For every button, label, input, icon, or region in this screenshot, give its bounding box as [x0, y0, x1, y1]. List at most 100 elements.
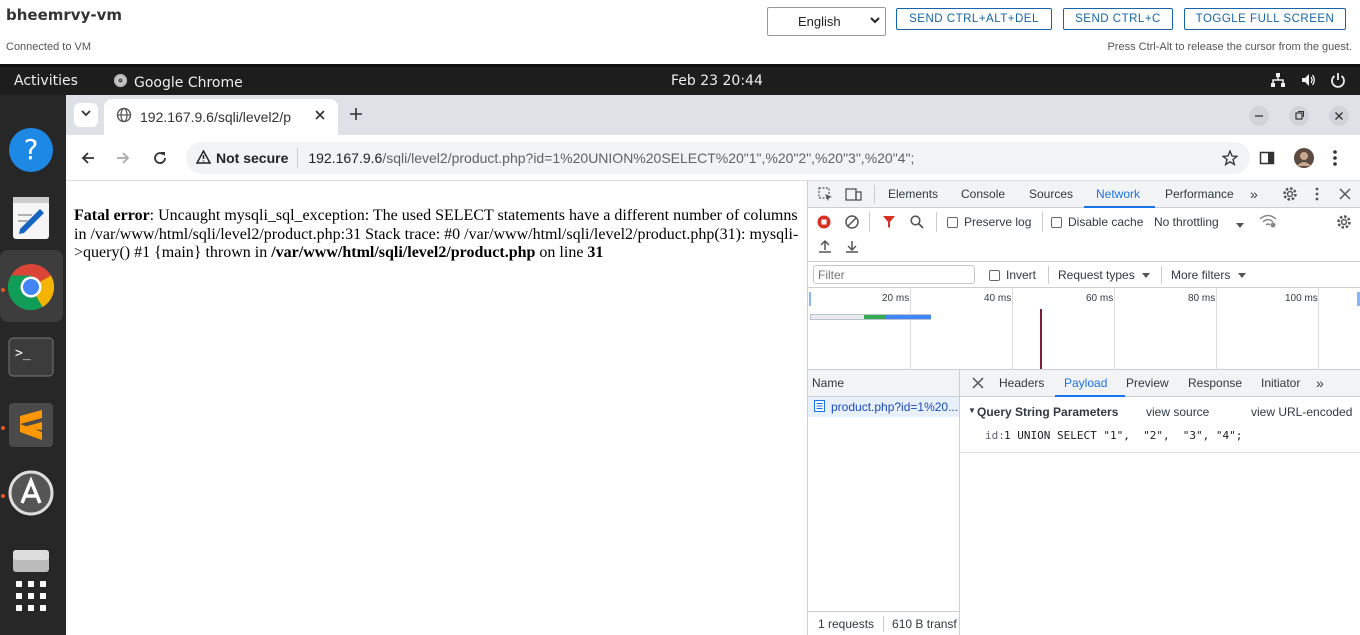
vm-hint: Press Ctrl-Alt to release the cursor fro…	[1107, 41, 1352, 53]
url-path: /sqli/level2/product.php?id=1%20UNION%20…	[382, 150, 915, 166]
language-value: English	[798, 14, 841, 29]
timeline-gridline	[1012, 288, 1013, 370]
help-app-icon[interactable]: ?	[6, 125, 56, 175]
timeline-gridline	[910, 288, 911, 370]
software-updater-app-icon[interactable]	[6, 468, 56, 518]
forward-arrow-icon[interactable]	[115, 150, 131, 171]
close-window-icon[interactable]	[1329, 106, 1349, 131]
reload-icon[interactable]	[152, 150, 168, 171]
request-count: 1 requests	[818, 616, 875, 631]
more-tabs-chevron-icon[interactable]: »	[1250, 186, 1258, 202]
address-bar[interactable]: Not secure 192.167.9.6 /sqli/level2/prod…	[186, 142, 1250, 174]
disable-cache-checkbox[interactable]	[1051, 217, 1062, 228]
triangle-down-icon[interactable]: ▼	[968, 406, 976, 415]
clock[interactable]: Feb 23 20:44	[671, 73, 763, 89]
detail-tab-response[interactable]: Response	[1188, 376, 1242, 390]
detail-tab-initiator[interactable]: Initiator	[1261, 376, 1300, 390]
sublime-text-app-icon[interactable]	[6, 400, 56, 450]
toggle-full-screen-button[interactable]: TOGGLE FULL SCREEN	[1184, 8, 1346, 30]
timeline-gridline	[1114, 288, 1115, 370]
name-column-header[interactable]: Name	[808, 370, 959, 397]
text-editor-app-icon[interactable]	[6, 193, 56, 243]
restore-icon[interactable]	[1289, 106, 1309, 131]
timeline-gridline	[1216, 288, 1217, 370]
svg-text:?: ?	[24, 133, 39, 166]
system-tray[interactable]	[1270, 72, 1346, 92]
request-list: Name product.php?id=1%20... 1 requests 6…	[808, 370, 960, 635]
tab-title: 192.167.9.6/sqli/level2/p	[140, 109, 291, 125]
activities-button[interactable]: Activities	[14, 73, 78, 89]
record-stop-icon[interactable]	[817, 215, 831, 232]
security-label[interactable]: Not secure	[216, 150, 288, 166]
request-types-dropdown[interactable]: Request types	[1058, 268, 1151, 282]
device-toolbar-icon[interactable]	[845, 187, 862, 205]
dropdown-arrow-icon	[1142, 268, 1151, 282]
divider	[874, 185, 875, 203]
url-host: 192.167.9.6	[308, 150, 383, 166]
side-panel-icon[interactable]	[1259, 150, 1275, 171]
power-icon[interactable]	[1330, 72, 1346, 92]
minimize-icon[interactable]	[1249, 106, 1269, 131]
detail-tab-preview[interactable]: Preview	[1126, 376, 1169, 390]
bookmark-star-icon[interactable]	[1221, 149, 1239, 169]
import-har-upload-icon[interactable]	[818, 239, 832, 257]
filter-funnel-icon[interactable]	[882, 215, 896, 232]
profile-avatar[interactable]	[1293, 147, 1315, 174]
tab-search-button[interactable]	[74, 103, 98, 127]
gear-icon[interactable]	[1282, 186, 1298, 205]
preserve-log-checkbox[interactable]	[947, 217, 958, 228]
send-ctrl-alt-del-button[interactable]: SEND CTRL+ALT+DEL	[896, 8, 1052, 30]
invert-label: Invert	[1006, 268, 1037, 282]
export-har-download-icon[interactable]	[845, 239, 859, 257]
detail-tab-headers[interactable]: Headers	[999, 376, 1044, 390]
devtools-tab-elements[interactable]: Elements	[888, 187, 938, 201]
timeline-waiting-bar	[864, 315, 886, 319]
browser-tab[interactable]: 192.167.9.6/sqli/level2/p	[104, 99, 338, 135]
overview-handle-left[interactable]	[809, 292, 811, 306]
new-tab-plus-icon[interactable]	[348, 106, 364, 127]
kebab-menu-icon[interactable]	[1315, 187, 1319, 204]
more-detail-tabs-chevron-icon[interactable]: »	[1316, 375, 1324, 391]
app-menu[interactable]: Google Chrome	[113, 73, 243, 92]
vm-title: bheemrvy-vm	[6, 6, 122, 24]
close-tab-icon[interactable]	[314, 108, 326, 126]
devtools-tab-performance[interactable]: Performance	[1165, 187, 1234, 201]
chrome-menu-icon[interactable]	[1332, 149, 1338, 172]
divider	[1042, 212, 1043, 232]
network-settings-gear-icon[interactable]	[1336, 214, 1352, 233]
error-file: /var/www/html/sqli/level2/product.php	[271, 244, 536, 261]
view-source-link[interactable]: view source	[1146, 405, 1209, 419]
filter-input[interactable]	[813, 265, 975, 284]
request-row[interactable]: product.php?id=1%20...	[808, 397, 959, 417]
divider	[1048, 266, 1049, 284]
close-details-icon[interactable]	[972, 377, 984, 392]
warning-triangle-icon[interactable]	[195, 148, 212, 167]
close-devtools-icon[interactable]	[1339, 188, 1351, 203]
chrome-app-icon[interactable]	[6, 262, 56, 312]
invert-checkbox[interactable]	[989, 270, 1000, 281]
devtools-tab-network[interactable]: Network	[1096, 187, 1140, 201]
network-conditions-icon[interactable]	[1259, 214, 1277, 231]
devtools-tab-sources[interactable]: Sources	[1029, 187, 1073, 201]
view-url-encoded-link[interactable]: view URL-encoded	[1251, 405, 1352, 419]
search-icon[interactable]	[910, 215, 924, 232]
detail-tab-payload[interactable]: Payload	[1064, 376, 1107, 390]
timeline-load-marker	[1040, 309, 1042, 369]
back-arrow-icon[interactable]	[80, 150, 96, 171]
language-select[interactable]: English	[767, 7, 886, 36]
show-apps-grid-icon[interactable]	[6, 571, 56, 621]
throttling-select[interactable]: No throttling	[1154, 215, 1244, 229]
filter-bar: Invert Request types More filters	[808, 262, 1360, 288]
clear-icon[interactable]	[845, 215, 859, 232]
qsp-title[interactable]: Query String Parameters	[977, 405, 1118, 419]
more-filters-dropdown[interactable]: More filters	[1171, 268, 1246, 282]
terminal-app-icon[interactable]: >_	[6, 332, 56, 382]
ubuntu-dock: ? >_	[0, 95, 66, 635]
volume-icon[interactable]	[1300, 72, 1316, 92]
detail-tabbar: Headers Payload Preview Response Initiat…	[960, 370, 1360, 397]
inspect-element-icon[interactable]	[818, 187, 833, 205]
devtools-tab-console[interactable]: Console	[961, 187, 1005, 201]
network-icon[interactable]	[1270, 72, 1286, 92]
svg-text:>_: >_	[15, 346, 31, 361]
send-ctrl-c-button[interactable]: SEND CTRL+C	[1063, 8, 1173, 30]
